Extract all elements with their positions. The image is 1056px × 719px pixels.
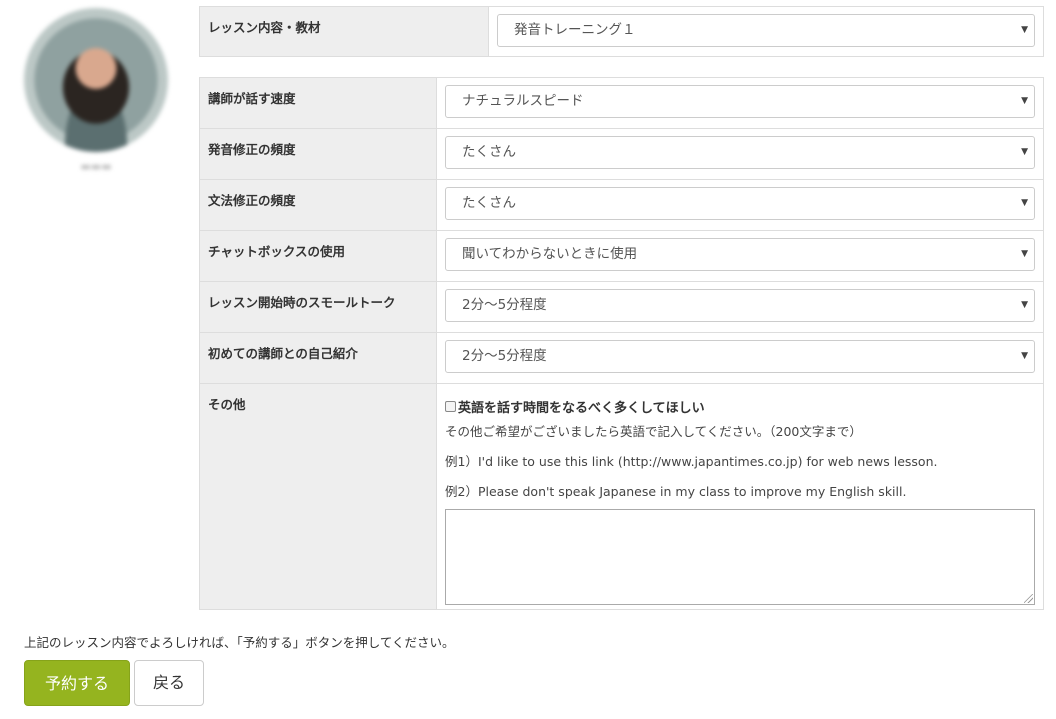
small-talk-select[interactable]: 2分〜5分程度 ▼ [445,289,1035,322]
setting-label-cell: レッスン開始時のスモールトーク [199,281,437,333]
chevron-down-icon: ▼ [1021,351,1028,361]
setting-row-pronunciation: 発音修正の頻度 たくさん ▼ [199,128,1044,180]
setting-label-cell: 文法修正の頻度 [199,179,437,231]
setting-row-grammar: 文法修正の頻度 たくさん ▼ [199,179,1044,231]
example-1: 例1）I'd like to use this link (http://www… [445,454,938,469]
chevron-down-icon: ▼ [1021,198,1028,208]
lesson-material-control-cell: 発音トレーニング１ ▼ [488,6,1044,57]
chevron-down-icon: ▼ [1021,147,1028,157]
example-2: 例2）Please don't speak Japanese in my cla… [445,484,907,499]
setting-label: 文法修正の頻度 [208,193,296,208]
lesson-material-table: レッスン内容・教材 発音トレーニング１ ▼ [199,6,1044,57]
other-label: その他 [208,397,246,412]
chatbox-usage-select[interactable]: 聞いてわからないときに使用 ▼ [445,238,1035,271]
setting-row-small-talk: レッスン開始時のスモールトーク 2分〜5分程度 ▼ [199,281,1044,333]
setting-label: 発音修正の頻度 [208,142,296,157]
lesson-settings-table: 講師が話す速度 ナチュラルスピード ▼ 発音修正の頻度 たくさん ▼ 文法修正の… [199,77,1044,610]
setting-control-cell: 聞いてわからないときに使用 ▼ [436,230,1044,282]
confirm-instruction: 上記のレッスン内容でよろしければ、「予約する」ボタンを押してください。 [24,635,455,650]
pronunciation-correction-select[interactable]: たくさん ▼ [445,136,1035,169]
more-english-checkbox-label: 英語を話す時間をなるべく多くしてほしい [458,401,705,416]
other-control-cell: 英語を話す時間をなるべく多くしてほしい その他ご希望がございましたら英語で記入し… [436,383,1044,610]
chevron-down-icon: ▼ [1021,249,1028,259]
speed-selected: ナチュラルスピード [462,93,584,109]
reserve-button[interactable]: 予約する [24,660,130,706]
setting-label-cell: チャットボックスの使用 [199,230,437,282]
setting-label: レッスン開始時のスモールトーク [208,295,396,310]
chevron-down-icon: ▼ [1021,96,1028,106]
other-requests-textarea[interactable] [445,509,1035,605]
speed-select[interactable]: ナチュラルスピード ▼ [445,85,1035,118]
self-introduction-selected: 2分〜5分程度 [462,348,547,364]
setting-row-speed: 講師が話す速度 ナチュラルスピード ▼ [199,77,1044,129]
lesson-material-selected: 発音トレーニング１ [514,22,636,38]
setting-row-self-intro: 初めての講師との自己紹介 2分〜5分程度 ▼ [199,332,1044,384]
chevron-down-icon: ▼ [1021,25,1028,35]
other-label-cell: その他 [199,383,437,610]
lesson-material-select[interactable]: 発音トレーニング１ ▼ [497,14,1035,47]
chevron-down-icon: ▼ [1021,300,1028,310]
grammar-correction-select[interactable]: たくさん ▼ [445,187,1035,220]
setting-row-other: その他 英語を話す時間をなるべく多くしてほしい その他ご希望がございましたら英語… [199,383,1044,610]
setting-control-cell: たくさん ▼ [436,128,1044,180]
grammar-correction-selected: たくさん [462,195,516,211]
setting-label-cell: 発音修正の頻度 [199,128,437,180]
setting-label: 初めての講師との自己紹介 [208,346,358,361]
pronunciation-correction-selected: たくさん [462,144,516,160]
teacher-avatar [24,8,168,152]
setting-control-cell: 2分〜5分程度 ▼ [436,281,1044,333]
setting-control-cell: たくさん ▼ [436,179,1044,231]
back-button[interactable]: 戻る [134,660,204,706]
setting-label: 講師が話す速度 [208,91,296,106]
setting-row-chatbox: チャットボックスの使用 聞いてわからないときに使用 ▼ [199,230,1044,282]
other-instructions: その他ご希望がございましたら英語で記入してください。（200文字まで） [445,424,862,439]
self-introduction-select[interactable]: 2分〜5分程度 ▼ [445,340,1035,373]
lesson-material-label-cell: レッスン内容・教材 [199,6,489,57]
more-english-checkbox[interactable] [445,401,456,412]
setting-control-cell: 2分〜5分程度 ▼ [436,332,1044,384]
setting-label-cell: 初めての講師との自己紹介 [199,332,437,384]
small-talk-selected: 2分〜5分程度 [462,297,547,313]
teacher-name-blurred: ▬▬▬ [80,160,112,173]
setting-label-cell: 講師が話す速度 [199,77,437,129]
setting-label: チャットボックスの使用 [208,244,346,259]
lesson-material-label: レッスン内容・教材 [208,20,321,35]
more-english-option[interactable]: 英語を話す時間をなるべく多くしてほしい [445,397,1035,416]
resize-handle-icon[interactable] [1024,594,1033,603]
setting-control-cell: ナチュラルスピード ▼ [436,77,1044,129]
chatbox-usage-selected: 聞いてわからないときに使用 [462,246,638,262]
